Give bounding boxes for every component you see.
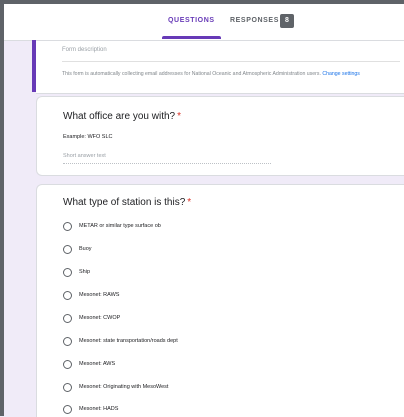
- radio-option-label: METAR or similar type surface ob: [79, 223, 161, 229]
- question-title: What type of station is this? *: [63, 197, 191, 208]
- radio-option-label: Buoy: [79, 246, 92, 252]
- radio-circle-icon[interactable]: [63, 291, 72, 300]
- email-collection-text: This form is automatically collecting em…: [62, 71, 321, 77]
- responses-count-badge: 8: [280, 14, 294, 28]
- radio-option-label: Mesonet: state transportation/roads dept: [79, 338, 178, 344]
- question-title-text: What type of station is this?: [63, 197, 186, 208]
- change-settings-link[interactable]: Change settings: [322, 71, 360, 77]
- question-help-text: Example: WFO SLC: [63, 134, 113, 140]
- tab-bar: QUESTIONS RESPONSES 8: [4, 4, 404, 41]
- radio-option-label: Mesonet: RAWS: [79, 292, 120, 298]
- radio-option-label: Mesonet: HADS: [79, 406, 119, 412]
- radio-circle-icon[interactable]: [63, 337, 72, 346]
- question-title: What office are you with? *: [63, 111, 181, 122]
- form-header-card: Form description This form is automatica…: [36, 40, 404, 94]
- short-answer-field[interactable]: Short answer text: [63, 153, 271, 164]
- required-asterisk: *: [187, 197, 192, 208]
- radio-option-label: Mesonet: Originating with MesoWest: [79, 384, 169, 390]
- question-title-text: What office are you with?: [63, 111, 176, 122]
- form-description-input[interactable]: Form description: [62, 47, 400, 62]
- question-card-office[interactable]: What office are you with? * Example: WFO …: [36, 96, 404, 176]
- radio-circle-icon[interactable]: [63, 314, 72, 323]
- radio-circle-icon[interactable]: [63, 268, 72, 277]
- tab-responses-label: RESPONSES: [230, 17, 279, 24]
- radio-circle-icon[interactable]: [63, 383, 72, 392]
- window-frame-left: [0, 0, 4, 416]
- question-card-station-type[interactable]: What type of station is this? * METAR or …: [36, 184, 404, 417]
- tab-questions-label: QUESTIONS: [168, 17, 215, 24]
- radio-circle-icon[interactable]: [63, 360, 72, 369]
- radio-option-label: Ship: [79, 269, 91, 275]
- radio-option-label: Mesonet: CWOP: [79, 315, 121, 321]
- email-collection-note: This form is automatically collecting em…: [62, 71, 392, 78]
- radio-circle-icon[interactable]: [63, 245, 72, 254]
- radio-circle-icon[interactable]: [63, 222, 72, 231]
- radio-option-label: Mesonet: AWS: [79, 361, 116, 367]
- required-asterisk: *: [177, 111, 182, 122]
- tab-responses[interactable]: RESPONSES: [230, 4, 279, 38]
- tab-questions[interactable]: QUESTIONS: [162, 4, 221, 39]
- active-tab-indicator: [162, 36, 221, 39]
- radio-circle-icon[interactable]: [63, 405, 72, 414]
